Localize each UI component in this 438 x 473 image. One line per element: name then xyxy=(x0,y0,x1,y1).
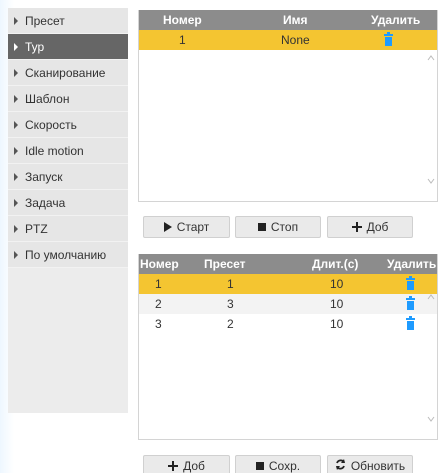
cell-number: 1 xyxy=(155,277,162,291)
cell-number: 1 xyxy=(179,33,186,47)
caret-right-icon xyxy=(14,146,18,155)
sidebar-item-label: Запуск xyxy=(25,169,63,184)
cell-preset: 3 xyxy=(227,297,234,311)
preset-table-header: Номер Пресет Длит.(с) Удалить xyxy=(139,254,437,274)
refresh-icon xyxy=(335,459,346,473)
start-label: Старт xyxy=(176,220,210,234)
save-icon xyxy=(255,462,264,470)
refresh-button[interactable]: Обновить xyxy=(327,455,413,473)
scroll-up-icon[interactable] xyxy=(427,54,435,62)
table-row[interactable]: 1 1 10 xyxy=(139,274,437,294)
sidebar-item-scan[interactable]: Сканирование xyxy=(8,60,128,85)
cell-number: 2 xyxy=(155,297,162,311)
caret-right-icon xyxy=(14,224,18,233)
header-number: Номер xyxy=(163,13,202,27)
caret-right-icon xyxy=(14,94,18,103)
stop-label: Стоп xyxy=(270,220,299,234)
save-button[interactable]: Сохр. xyxy=(235,455,321,473)
scroll-up-icon[interactable] xyxy=(427,293,435,301)
cell-number: 3 xyxy=(155,317,162,331)
tour-table: Номер Имя Удалить 1 None xyxy=(138,10,438,202)
sidebar-item-label: Скорость xyxy=(25,117,77,132)
cell-preset: 2 xyxy=(227,317,234,331)
caret-right-icon xyxy=(14,120,18,129)
add-preset-button[interactable]: Доб xyxy=(143,455,230,473)
sidebar-item-label: Пресет xyxy=(25,13,65,28)
header-delete: Удалить xyxy=(371,13,421,27)
sidebar-item-tour[interactable]: Тур xyxy=(8,34,128,59)
sidebar-empty-area xyxy=(8,268,128,413)
sidebar-item-task[interactable]: Задача xyxy=(8,190,128,215)
trash-icon[interactable] xyxy=(406,296,415,310)
sidebar-item-ptz[interactable]: PTZ xyxy=(8,216,128,241)
header-duration: Длит.(с) xyxy=(312,257,359,271)
cell-preset: 1 xyxy=(227,277,234,291)
sidebar: Пресет Тур Сканирование Шаблон Скорость … xyxy=(8,8,128,413)
sidebar-item-label: Сканирование xyxy=(25,65,106,80)
caret-right-icon xyxy=(14,16,18,25)
scroll-down-icon[interactable] xyxy=(427,415,435,423)
sidebar-item-idle-motion[interactable]: Idle motion xyxy=(8,138,128,163)
plus-icon xyxy=(168,461,179,471)
sidebar-item-label: Шаблон xyxy=(25,91,70,106)
refresh-label: Обновить xyxy=(350,459,406,473)
trash-icon[interactable] xyxy=(406,316,415,330)
scroll-down-icon[interactable] xyxy=(427,177,435,185)
stop-button[interactable]: Стоп xyxy=(235,216,321,238)
caret-right-icon xyxy=(14,42,18,51)
cell-name: None xyxy=(281,33,310,47)
preset-table: Номер Пресет Длит.(с) Удалить 1 1 10 2 3… xyxy=(138,254,438,440)
sidebar-item-preset[interactable]: Пресет xyxy=(8,8,128,33)
add-tour-button[interactable]: Доб xyxy=(327,216,413,238)
table-row[interactable]: 3 2 10 xyxy=(139,314,437,334)
sidebar-item-label: По умолчанию xyxy=(25,247,107,262)
caret-right-icon xyxy=(14,172,18,181)
sidebar-item-label: Idle motion xyxy=(25,143,84,158)
cell-duration: 10 xyxy=(330,277,344,291)
sidebar-item-pattern[interactable]: Шаблон xyxy=(8,86,128,111)
start-button[interactable]: Старт xyxy=(143,216,230,238)
header-name: Имя xyxy=(283,13,308,27)
cell-duration: 10 xyxy=(330,297,344,311)
stop-icon xyxy=(257,223,266,231)
table-row[interactable]: 1 None xyxy=(139,30,437,50)
sidebar-item-speed[interactable]: Скорость xyxy=(8,112,128,137)
sidebar-item-startup[interactable]: Запуск xyxy=(8,164,128,189)
caret-right-icon xyxy=(14,250,18,259)
trash-icon[interactable] xyxy=(384,32,393,46)
header-number: Номер xyxy=(140,257,179,271)
cell-duration: 10 xyxy=(330,317,344,331)
table-row[interactable]: 2 3 10 xyxy=(139,294,437,314)
caret-right-icon xyxy=(14,68,18,77)
header-delete: Удалить xyxy=(387,257,437,271)
sidebar-item-label: Задача xyxy=(25,195,66,210)
add-label: Доб xyxy=(366,220,389,234)
plus-icon xyxy=(351,222,362,232)
save-label: Сохр. xyxy=(268,459,301,473)
play-icon xyxy=(163,222,172,232)
sidebar-item-label: Тур xyxy=(25,39,45,54)
tour-table-header: Номер Имя Удалить xyxy=(139,10,437,30)
caret-right-icon xyxy=(14,198,18,207)
add-label: Доб xyxy=(183,459,205,473)
trash-icon[interactable] xyxy=(406,276,415,290)
sidebar-item-default[interactable]: По умолчанию xyxy=(8,242,128,267)
header-preset: Пресет xyxy=(204,257,246,271)
sidebar-item-label: PTZ xyxy=(25,221,48,236)
